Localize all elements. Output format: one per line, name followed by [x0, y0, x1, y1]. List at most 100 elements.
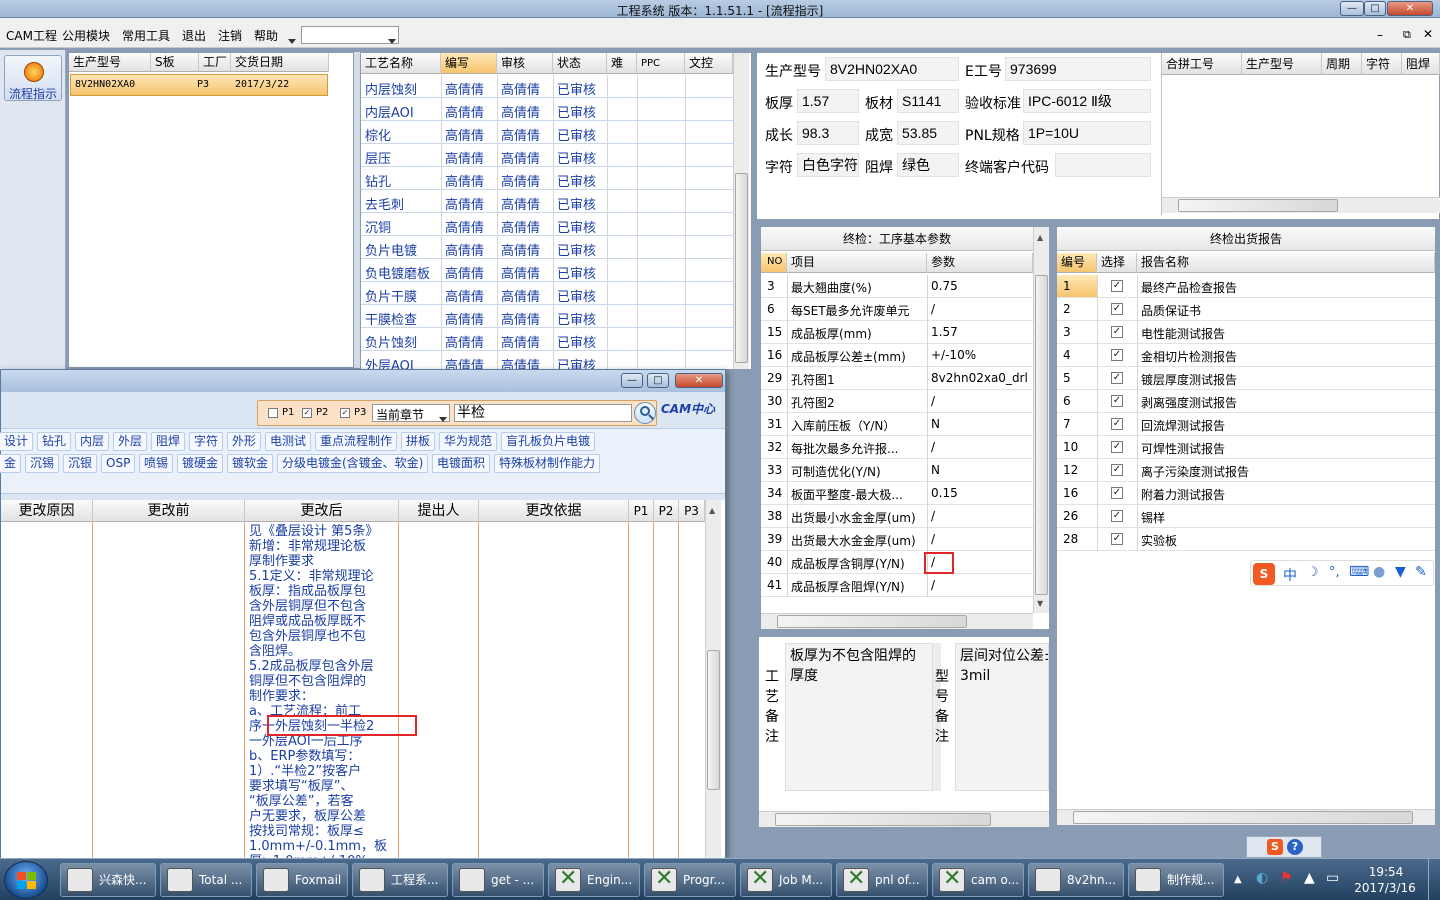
chapter-tab[interactable]: 重点流程制作: [315, 432, 398, 451]
report-row[interactable]: 5 ✓ 镀层厚度测试报告: [1057, 367, 1435, 390]
taskbar-button[interactable]: Job M...: [740, 863, 832, 897]
param-row[interactable]: 6 每SET最多允许废单元 /: [761, 298, 1033, 321]
chapter-tab[interactable]: 设计: [0, 432, 34, 451]
change-vscroll[interactable]: ▲: [705, 500, 721, 859]
col-value[interactable]: 参数: [927, 253, 1033, 273]
param-row[interactable]: 15 成品板厚(mm) 1.57: [761, 321, 1033, 344]
col-report-name[interactable]: 报告名称: [1137, 253, 1435, 273]
col-reviewer[interactable]: 审核: [497, 53, 553, 74]
process-row[interactable]: 负片电镀 高倩倩 高倩倩 已审核: [361, 236, 733, 259]
param-row[interactable]: 33 可制造优化(Y/N) N: [761, 459, 1033, 482]
param-row[interactable]: 40 成品板厚含铜厚(Y/N) /: [761, 551, 1033, 574]
col-proposer[interactable]: 提出人: [399, 500, 479, 522]
report-row[interactable]: 6 ✓ 剥离强度测试报告: [1057, 390, 1435, 413]
process-row[interactable]: 负电镀磨板 高倩倩 高倩倩 已审核: [361, 259, 733, 282]
col-writer[interactable]: 编写: [441, 53, 497, 74]
ime-toolbar[interactable]: S 中 ☽ °, ⌨ ● ▼ ✎: [1250, 560, 1434, 586]
col-item[interactable]: 项目: [787, 253, 927, 273]
sogou-tray-icon[interactable]: S: [1267, 839, 1283, 855]
network-icon[interactable]: ◐: [1256, 870, 1268, 886]
col-ppc[interactable]: PPC: [637, 53, 685, 74]
process-row[interactable]: 层压 高倩倩 高倩倩 已审核: [361, 144, 733, 167]
col-p1[interactable]: P1: [629, 500, 654, 522]
process-row[interactable]: 负片蚀刻 高倩倩 高倩倩 已审核: [361, 328, 733, 351]
punctuation-icon[interactable]: °,: [1329, 565, 1340, 580]
report-checkbox[interactable]: ✓: [1111, 372, 1123, 384]
security-icon[interactable]: ▲: [1304, 870, 1315, 886]
param-row[interactable]: 39 出货最大水金金厚(um) /: [761, 528, 1033, 551]
taskbar-button[interactable]: 制作规...: [1128, 863, 1224, 897]
chapter-tab[interactable]: 电测试: [265, 432, 312, 451]
order-row-selected[interactable]: 8V2HN02XA0 P3 2017/3/22: [70, 74, 328, 96]
process-row[interactable]: 负片干膜 高倩倩 高倩倩 已审核: [361, 282, 733, 305]
chapter-tab[interactable]: 盲孔板负片电镀: [501, 432, 596, 451]
process-row[interactable]: 外层AOI 高倩倩 高倩倩 已审核: [361, 351, 733, 369]
param-row[interactable]: 34 板面平整度-最大极... 0.15: [761, 482, 1033, 505]
chapter-tab[interactable]: 电镀面积: [432, 454, 491, 473]
param-row[interactable]: 32 每批次最多允许报... /: [761, 436, 1033, 459]
col-process[interactable]: 工艺名称: [361, 53, 441, 74]
col-model[interactable]: 生产型号: [69, 53, 151, 72]
chapter-tab[interactable]: 特殊板材制作能力: [494, 454, 601, 473]
process-vscroll[interactable]: [733, 53, 749, 369]
chapter-tab[interactable]: 沉锡: [25, 454, 60, 473]
col-difficulty[interactable]: 难: [607, 53, 637, 74]
report-row[interactable]: 12 ✓ 离子污染度测试报告: [1057, 459, 1435, 482]
popup-maximize-button[interactable]: □: [647, 373, 669, 388]
remarks-hscroll[interactable]: [759, 811, 1049, 827]
mdi-close-icon[interactable]: ✕: [1423, 27, 1433, 41]
param-row[interactable]: 30 孔符图2 /: [761, 390, 1033, 413]
taskbar-button[interactable]: 工程系...: [352, 863, 448, 897]
p3-checkbox[interactable]: ✓: [340, 408, 350, 418]
col-factory[interactable]: 工厂: [199, 53, 231, 72]
col-after[interactable]: 更改后: [245, 500, 399, 522]
param-row[interactable]: 29 孔符图1 8v2hn02xa0_drl: [761, 367, 1033, 390]
menu-help[interactable]: 帮助: [254, 27, 278, 44]
chapter-tab[interactable]: 喷锡: [139, 454, 174, 473]
col-merge-char[interactable]: 字符: [1362, 53, 1402, 75]
process-row[interactable]: 干膜检查 高倩倩 高倩倩 已审核: [361, 305, 733, 328]
report-row[interactable]: 4 ✓ 金相切片检测报告: [1057, 344, 1435, 367]
taskbar-button[interactable]: get - ...: [452, 863, 544, 897]
menu-logout[interactable]: 注销: [218, 27, 242, 44]
taskbar-button[interactable]: Engin...: [548, 863, 640, 897]
process-row[interactable]: 钻孔 高倩倩 高倩倩 已审核: [361, 167, 733, 190]
col-before[interactable]: 更改前: [93, 500, 245, 522]
help-tray-icon[interactable]: ?: [1287, 839, 1303, 855]
menu-combo[interactable]: [301, 26, 399, 44]
report-row[interactable]: 3 ✓ 电性能测试报告: [1057, 321, 1435, 344]
chapter-tab[interactable]: 钻孔: [37, 432, 72, 451]
minimize-button[interactable]: —: [1340, 1, 1364, 16]
model-remark-text[interactable]: 层间对位公差± 3mil: [955, 643, 1049, 791]
maximize-button[interactable]: □: [1364, 1, 1386, 16]
col-report-select[interactable]: 选择: [1097, 253, 1137, 273]
chapter-tab[interactable]: 内层: [75, 432, 110, 451]
report-row[interactable]: 16 ✓ 附着力测试报告: [1057, 482, 1435, 505]
monitor-icon[interactable]: ▭: [1326, 870, 1339, 886]
popup-minimize-button[interactable]: —: [621, 373, 643, 388]
merge-hscroll[interactable]: [1162, 197, 1440, 213]
col-p3[interactable]: P3: [679, 500, 705, 522]
skin-icon[interactable]: ▼: [1395, 564, 1406, 580]
close-button[interactable]: ✕: [1387, 1, 1433, 16]
report-checkbox[interactable]: ✓: [1111, 326, 1123, 338]
report-row[interactable]: 2 ✓ 品质保证书: [1057, 298, 1435, 321]
params-vscroll[interactable]: ▲ ▼: [1033, 227, 1049, 613]
param-row[interactable]: 16 成品板厚公差±(mm) +/-10%: [761, 344, 1033, 367]
settings-icon[interactable]: ✎: [1415, 564, 1427, 580]
taskbar-button[interactable]: cam o...: [932, 863, 1024, 897]
taskbar-button[interactable]: pnl of...: [836, 863, 928, 897]
flow-button[interactable]: 流程指示: [4, 55, 62, 101]
chapter-tab[interactable]: 外层: [113, 432, 148, 451]
process-row[interactable]: 去毛刺 高倩倩 高倩倩 已审核: [361, 190, 733, 213]
col-basis[interactable]: 更改依据: [479, 500, 629, 522]
report-checkbox[interactable]: ✓: [1111, 303, 1123, 315]
ime-mode[interactable]: 中: [1283, 565, 1297, 585]
chapter-tab[interactable]: 字符: [189, 432, 224, 451]
process-row[interactable]: 内层AOI 高倩倩 高倩倩 已审核: [361, 98, 733, 121]
report-row[interactable]: 1 ✓ 最终产品检查报告: [1057, 275, 1435, 298]
process-row[interactable]: 沉铜 高倩倩 高倩倩 已审核: [361, 213, 733, 236]
sogou-icon[interactable]: S: [1253, 563, 1275, 585]
report-checkbox[interactable]: ✓: [1111, 533, 1123, 545]
menu-exit[interactable]: 退出: [182, 27, 206, 44]
